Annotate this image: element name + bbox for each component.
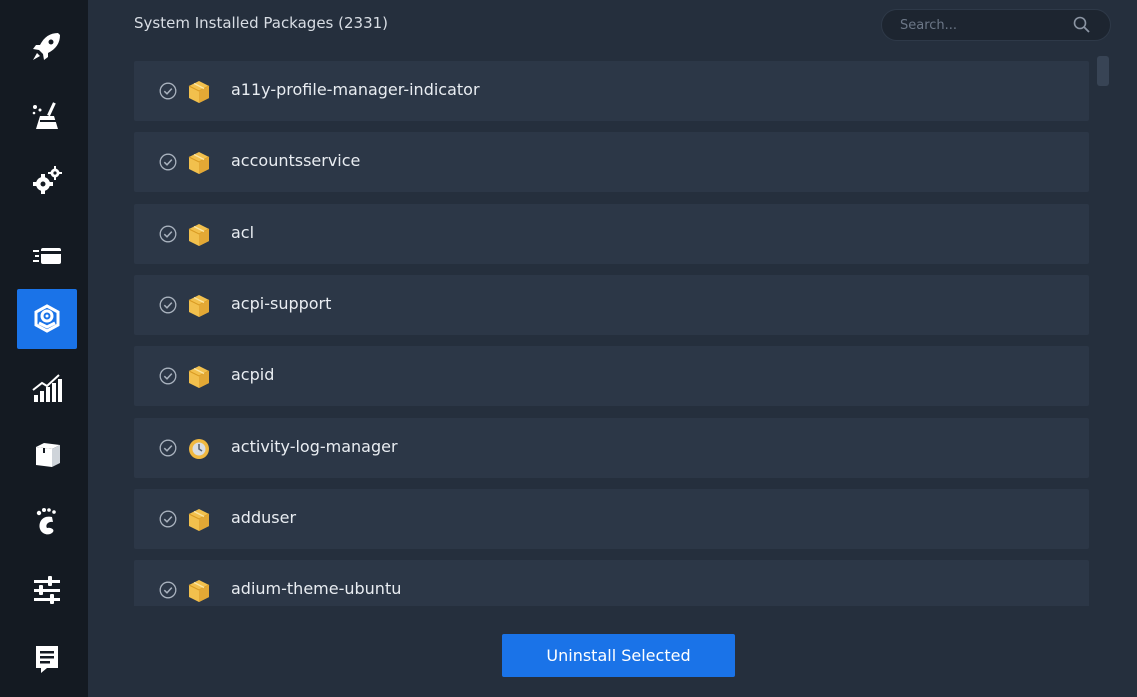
checkbox-icon[interactable] [159,225,177,243]
broom-cleaner-icon [32,102,58,129]
apt-box-icon [36,443,60,467]
sidebar-item-settings[interactable] [17,560,77,620]
package-row[interactable]: activity-log-manager [134,418,1089,478]
settings-sliders-icon [34,576,60,604]
package-list[interactable]: a11y-profile-manager-indicator accountsse… [134,61,1089,606]
uninstall-selected-button[interactable]: Uninstall Selected [502,634,735,677]
package-name: accountsservice [231,151,361,170]
package-row[interactable]: a11y-profile-manager-indicator [134,61,1089,121]
package-name: adium-theme-ubuntu [231,579,402,598]
search-icon[interactable] [1072,15,1092,35]
sidebar-item-dashboard[interactable] [17,16,77,76]
sidebar-item-resources[interactable] [17,358,77,418]
package-name: adduser [231,508,297,527]
gears-icon [33,166,62,194]
package-box-icon [188,509,210,531]
page-title: System Installed Packages (2331) [134,14,389,32]
checkbox-icon[interactable] [159,296,177,314]
resources-chart-icon [32,374,62,402]
package-row[interactable]: accountsservice [134,132,1089,192]
search-input[interactable] [900,10,1060,40]
main-panel: System Installed Packages (2331) a11y-pr… [88,0,1137,697]
checkbox-icon[interactable] [159,581,177,599]
checkbox-icon[interactable] [159,510,177,528]
package-box-icon [188,224,210,246]
package-name: activity-log-manager [231,437,398,456]
package-box-icon [188,81,210,103]
sidebar-item-uninstaller[interactable] [17,289,77,349]
rocket-icon [33,33,60,60]
checkbox-icon[interactable] [159,153,177,171]
package-name: acpid [231,365,275,384]
checkbox-icon[interactable] [159,439,177,457]
package-box-icon [188,152,210,174]
package-box-icon [188,366,210,388]
checkbox-icon[interactable] [159,82,177,100]
checkbox-icon[interactable] [159,367,177,385]
startup-apps-icon [33,248,61,264]
sidebar-item-gnome[interactable] [17,492,77,552]
package-row[interactable]: acpid [134,346,1089,406]
package-name: a11y-profile-manager-indicator [231,80,480,99]
activity-log-icon [189,439,209,459]
sidebar-item-apt[interactable] [17,424,77,484]
sidebar-item-startup[interactable] [17,226,77,286]
package-row[interactable]: acpi-support [134,275,1089,335]
package-uninstaller-icon [34,304,60,333]
sidebar [0,0,88,697]
package-box-icon [188,295,210,317]
sidebar-item-services[interactable] [17,150,77,210]
sidebar-item-notes[interactable] [17,628,77,688]
package-name: acl [231,223,255,242]
package-row[interactable]: acl [134,204,1089,264]
package-box-icon [188,580,210,602]
search-box[interactable] [881,9,1111,41]
notes-icon [36,646,58,673]
package-row[interactable]: adduser [134,489,1089,549]
gnome-foot-icon [36,508,56,535]
scrollbar-thumb[interactable] [1097,56,1109,86]
package-row[interactable]: adium-theme-ubuntu [134,560,1089,606]
package-name: acpi-support [231,294,332,313]
sidebar-item-cleaner[interactable] [17,86,77,146]
